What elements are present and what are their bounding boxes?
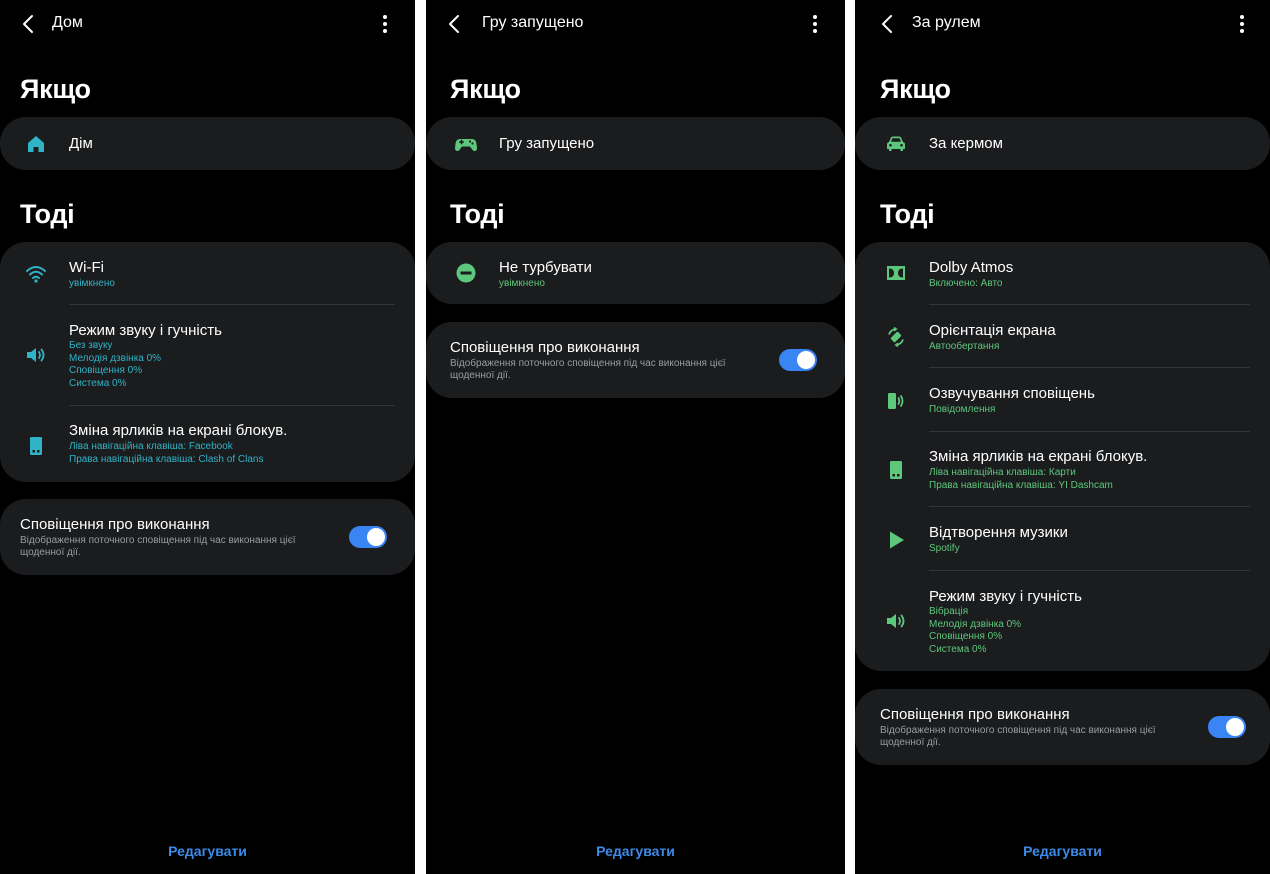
wifi-icon [24,262,48,286]
action-detail: Без звуку [69,340,113,351]
back-arrow-icon[interactable] [877,11,899,37]
toggle-knob [797,351,815,369]
action-row-read-notifications[interactable]: Озвучування сповіщень Повідомлення [855,368,1270,431]
edit-button[interactable]: Редагувати [855,843,1270,859]
action-row-screen-orientation[interactable]: Орієнтація екрана Автообертання [855,305,1270,368]
action-detail: Ліва навігаційна клавіша: Карти [929,467,1076,478]
actions-card: Не турбувати увімкнено [426,242,845,304]
action-row-lockscreen-shortcuts[interactable]: Зміна ярликів на екрані блокув. Ліва нав… [0,406,415,482]
action-detail: Мелодія дзвінка 0% [929,618,1022,630]
top-app-bar: Гру запущено [426,0,845,48]
notification-setting-description: Відображення поточного сповіщення під ча… [20,535,296,558]
notification-setting-description: Відображення поточного сповіщення під ча… [450,358,726,381]
action-row-sound-mode[interactable]: Режим звуку і гучність Вібрація Мелодія … [855,571,1270,671]
action-status: увімкнено [69,278,115,289]
back-arrow-icon[interactable] [444,11,466,37]
back-arrow-icon[interactable] [18,11,40,37]
gamepad-icon [454,132,478,156]
read-aloud-icon [884,389,908,413]
toggle-knob [367,528,385,546]
home-icon [24,132,48,156]
action-row-do-not-disturb[interactable]: Не турбувати увімкнено [426,242,845,304]
play-icon [884,528,908,552]
action-row-sound-mode[interactable]: Режим звуку і гучність Без звуку Мелодія… [0,305,415,405]
rotate-screen-icon [884,325,908,349]
action-detail: Система 0% [929,643,987,655]
action-title: Озвучування сповіщень [929,385,1095,402]
condition-label: За кермом [929,135,1003,152]
notification-setting-title: Сповіщення про виконання [20,516,210,533]
routine-screen-driving: За рулем Якщо За кермом Тоді Dolby Atmos… [855,0,1270,874]
lockscreen-phone-icon [884,458,908,482]
completion-notification-card: Сповіщення про виконання Відображення по… [426,322,845,398]
notification-toggle[interactable] [349,526,387,548]
action-title: Режим звуку і гучність [929,588,1082,605]
action-status: Повідомлення [929,404,996,415]
action-title: Зміна ярликів на екрані блокув. [69,422,288,439]
page-title: Гру запущено [482,14,584,31]
action-detail: Вібрація [929,606,969,617]
action-detail: Ліва навігаційна клавіша: Facebook [69,441,233,452]
top-app-bar: Дом [0,0,415,48]
more-options-icon[interactable] [1238,14,1246,34]
page-title: Дом [52,14,83,31]
condition-label: Гру запущено [499,135,595,152]
volume-icon [24,343,48,367]
action-title: Зміна ярликів на екрані блокув. [929,448,1148,465]
action-row-lockscreen-shortcuts[interactable]: Зміна ярликів на екрані блокув. Ліва нав… [855,432,1270,506]
action-detail: Права навігаційна клавіша: YI Dashcam [929,479,1113,491]
action-title: Орієнтація екрана [929,322,1056,339]
action-status: увімкнено [499,278,545,289]
action-row-play-music[interactable]: Відтворення музики Spotify [855,507,1270,570]
actions-card: Dolby Atmos Включено: Авто Орієнтація ек… [855,242,1270,671]
action-detail: Система 0% [69,377,127,389]
notification-setting-title: Сповіщення про виконання [450,339,640,356]
notification-setting-description: Відображення поточного сповіщення під ча… [880,725,1156,748]
condition-card[interactable]: Дім [0,117,415,170]
action-title: Не турбувати [499,259,592,276]
then-heading: Тоді [880,199,935,229]
routine-screen-game-launched: Гру запущено Якщо Гру запущено Тоді Не т… [426,0,845,874]
action-row-wifi[interactable]: Wi-Fi увімкнено [0,242,415,304]
if-heading: Якщо [450,74,521,104]
car-icon [884,132,908,156]
action-detail: Мелодія дзвінка 0% [69,352,162,364]
action-row-dolby-atmos[interactable]: Dolby Atmos Включено: Авто [855,242,1270,304]
action-status: Включено: Авто [929,278,1003,289]
condition-label: Дім [69,135,93,152]
action-detail: Права навігаційна клавіша: Clash of Clan… [69,453,264,465]
notification-toggle[interactable] [779,349,817,371]
volume-icon [884,609,908,633]
action-detail: Сповіщення 0% [69,365,143,376]
then-heading: Тоді [450,199,505,229]
do-not-disturb-icon [454,261,478,285]
action-status: Автообертання [929,341,1000,352]
completion-notification-card: Сповіщення про виконання Відображення по… [855,689,1270,765]
action-title: Відтворення музики [929,524,1068,541]
notification-setting-title: Сповіщення про виконання [880,706,1070,723]
action-detail: Сповіщення 0% [929,631,1003,642]
action-title: Wi-Fi [69,259,104,276]
condition-card[interactable]: Гру запущено [426,117,845,170]
condition-card[interactable]: За кермом [855,117,1270,170]
edit-button[interactable]: Редагувати [426,843,845,859]
action-title: Dolby Atmos [929,259,1014,276]
more-options-icon[interactable] [811,14,819,34]
more-options-icon[interactable] [381,14,389,34]
if-heading: Якщо [20,74,91,104]
toggle-knob [1226,718,1244,736]
edit-button[interactable]: Редагувати [0,843,415,859]
dolby-icon [884,261,908,285]
page-title: За рулем [912,14,981,31]
action-status: Spotify [929,543,960,554]
top-app-bar: За рулем [855,0,1270,48]
notification-toggle[interactable] [1208,716,1246,738]
actions-card: Wi-Fi увімкнено Режим звуку і гучність Б… [0,242,415,482]
if-heading: Якщо [880,74,951,104]
completion-notification-card: Сповіщення про виконання Відображення по… [0,499,415,575]
then-heading: Тоді [20,199,75,229]
action-title: Режим звуку і гучність [69,322,222,339]
lockscreen-phone-icon [24,434,48,458]
routine-screen-home: Дом Якщо Дім Тоді Wi-Fi увімкнено Режим … [0,0,415,874]
